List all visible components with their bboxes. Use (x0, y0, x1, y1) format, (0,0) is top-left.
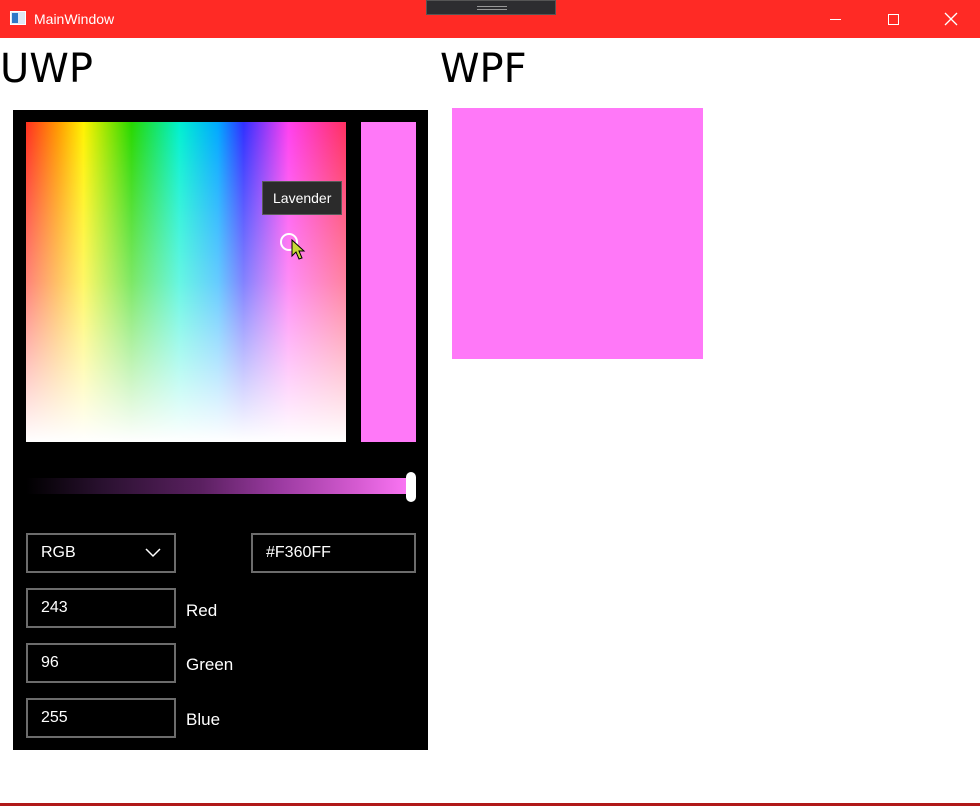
close-icon (944, 12, 958, 26)
chevron-down-icon (145, 548, 161, 558)
blue-label: Blue (186, 710, 221, 729)
color-mode-dropdown[interactable]: RGB (26, 533, 176, 573)
drag-handle[interactable] (426, 0, 556, 15)
hex-input[interactable]: #F360FF (251, 533, 416, 573)
uwp-color-picker: Lavender RGB #F360FF 243 Red 96 Green 25… (13, 110, 428, 750)
wpf-color-swatch (452, 108, 703, 359)
uwp-heading: UWP (0, 46, 93, 92)
minimize-icon (829, 18, 841, 20)
value-slider-thumb[interactable] (406, 472, 416, 502)
close-button[interactable] (922, 0, 980, 38)
value-slider[interactable] (26, 478, 414, 494)
blue-input[interactable]: 255 (26, 698, 176, 738)
color-spectrum[interactable]: Lavender (26, 122, 346, 442)
maximize-icon (887, 13, 899, 25)
red-label: Red (186, 601, 218, 620)
red-input[interactable]: 243 (26, 588, 176, 628)
color-preview (361, 122, 416, 442)
window-title: MainWindow (34, 11, 115, 27)
maximize-button[interactable] (864, 0, 922, 38)
wpf-heading: WPF (440, 46, 527, 92)
color-mode-value: RGB (41, 544, 76, 561)
app-icon (10, 11, 26, 25)
color-name-tooltip: Lavender (262, 181, 343, 215)
green-input[interactable]: 96 (26, 643, 176, 683)
green-label: Green (186, 655, 234, 674)
mouse-cursor-icon (291, 239, 306, 260)
minimize-button[interactable] (806, 0, 864, 38)
title-bar: MainWindow (0, 0, 980, 38)
